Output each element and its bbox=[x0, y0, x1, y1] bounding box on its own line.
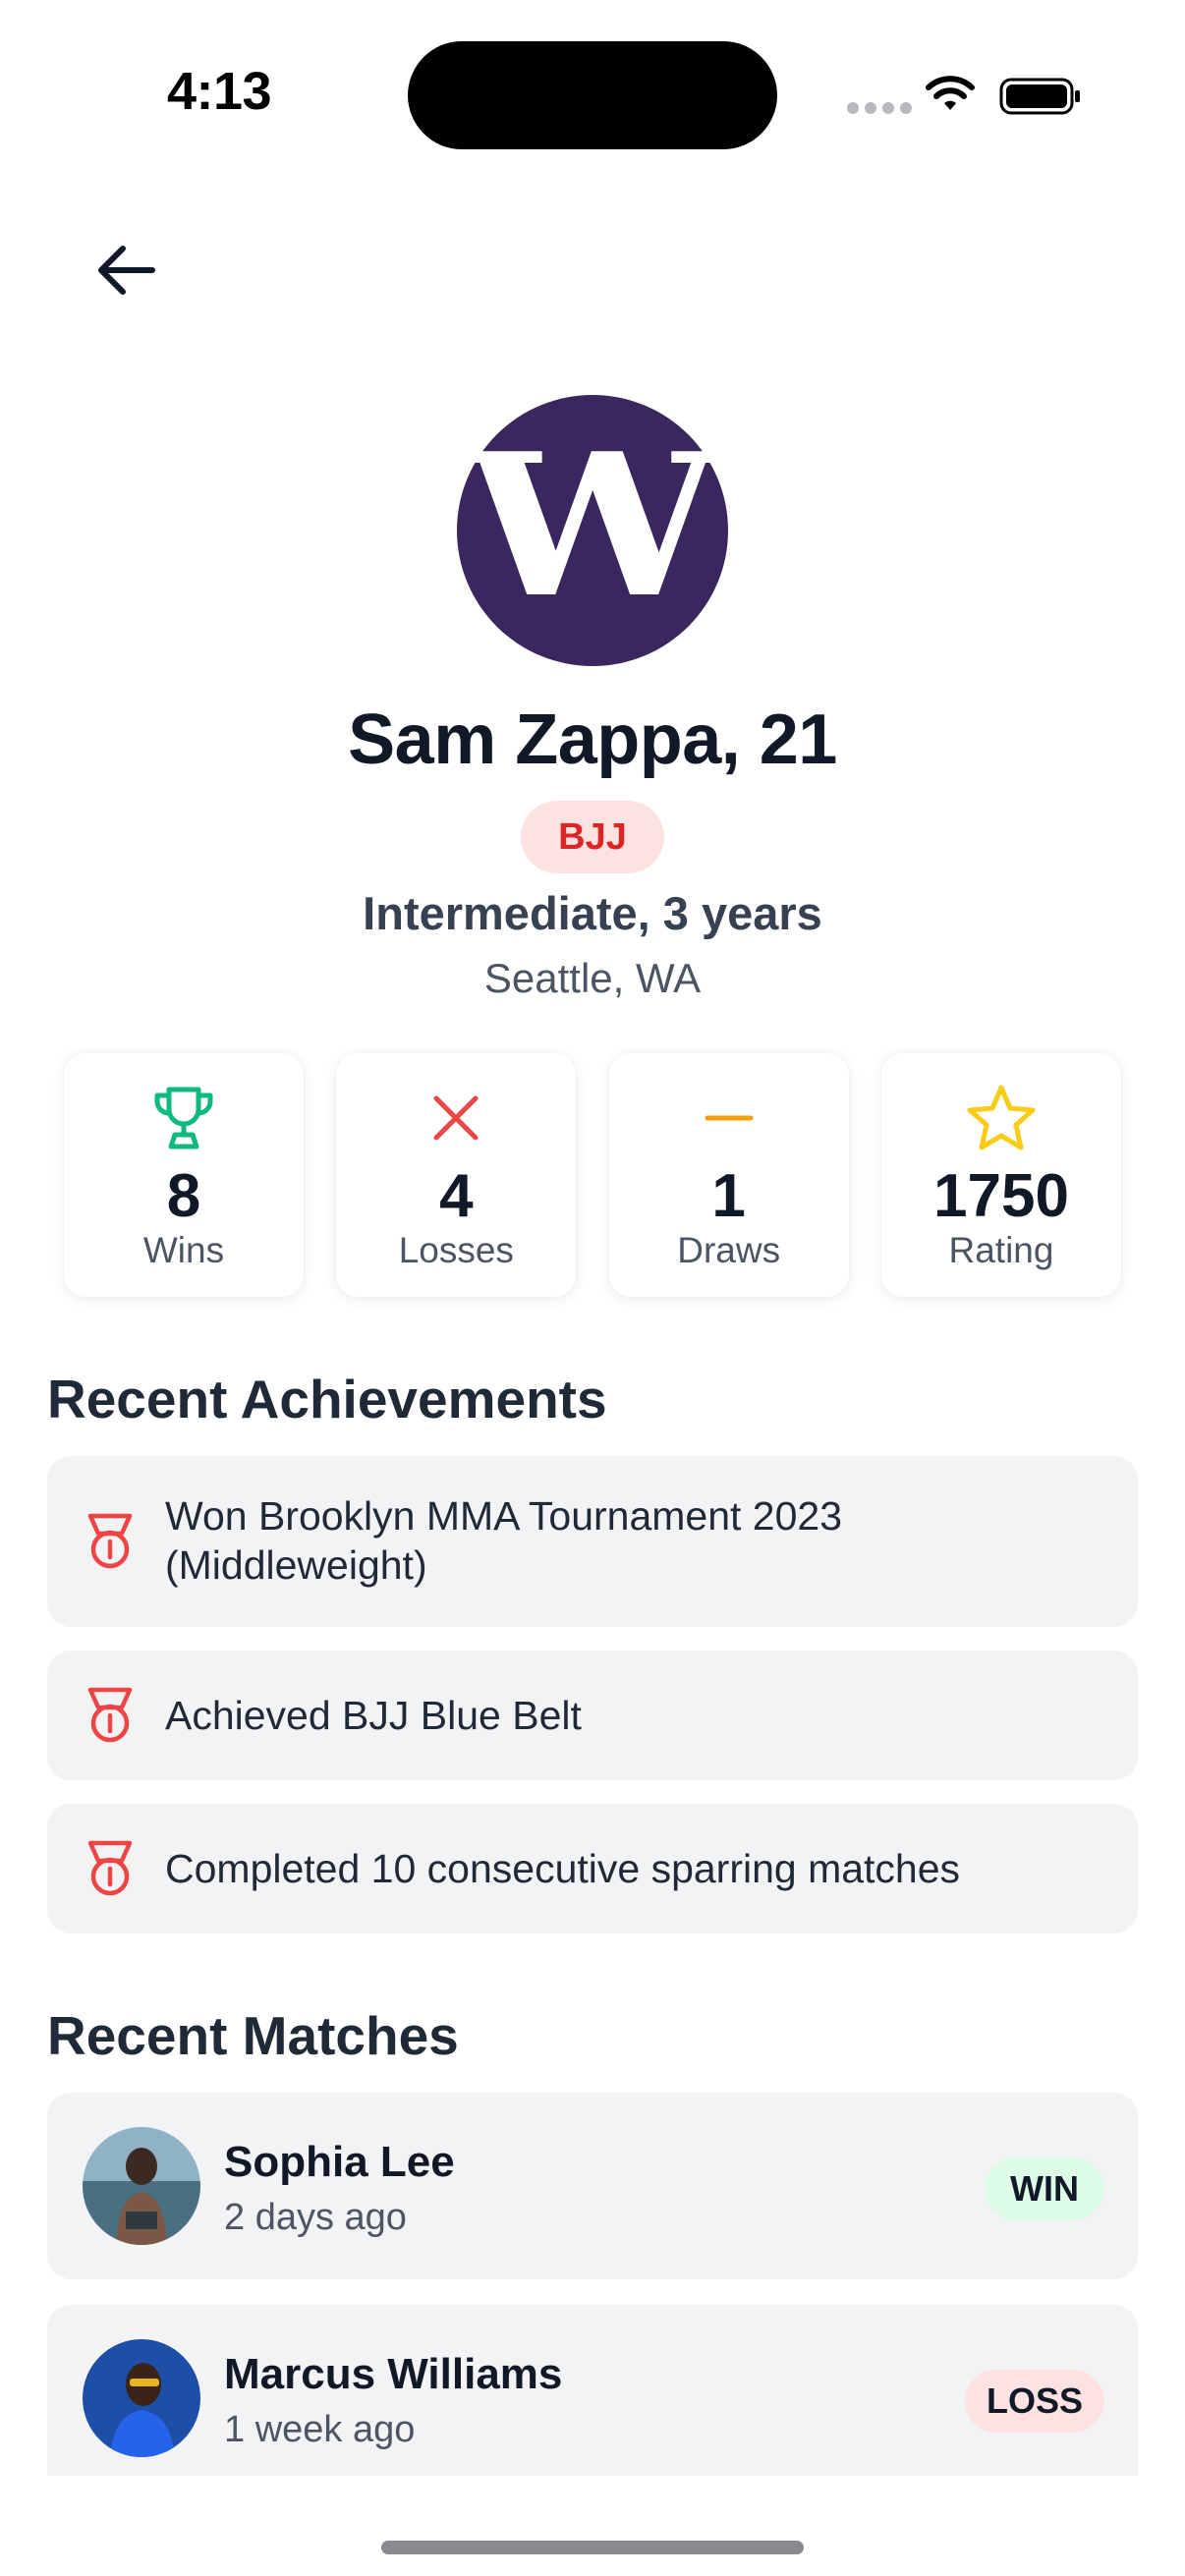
minus-icon bbox=[705, 1115, 754, 1121]
x-icon bbox=[433, 1095, 479, 1141]
dynamic-island bbox=[408, 41, 777, 149]
wins-value: 8 bbox=[166, 1162, 201, 1230]
cellular-signal-icon bbox=[847, 102, 912, 114]
achievement-item: Achieved BJJ Blue Belt bbox=[47, 1651, 1138, 1780]
rating-label: Rating bbox=[948, 1230, 1054, 1270]
match-time: 2 days ago bbox=[224, 2197, 407, 2238]
profile-name: Sam Zappa, 21 bbox=[348, 700, 837, 779]
opponent-name: Sophia Lee bbox=[224, 2138, 455, 2186]
losses-label: Losses bbox=[398, 1230, 514, 1270]
draws-label: Draws bbox=[677, 1230, 781, 1270]
profile-avatar: W bbox=[457, 395, 728, 666]
rating-value: 1750 bbox=[933, 1162, 1069, 1230]
medal-icon bbox=[87, 1513, 133, 1569]
stat-card-rating: 1750 Rating bbox=[880, 1053, 1121, 1297]
achievement-text: Won Brooklyn MMA Tournament 2023 (Middle… bbox=[165, 1493, 843, 1588]
status-time: 4:13 bbox=[167, 62, 272, 121]
losses-value: 4 bbox=[439, 1162, 474, 1230]
draws-value: 1 bbox=[711, 1162, 746, 1230]
stats-row: 8 Wins 4 Losses 1 Draws 1750 Rating bbox=[64, 1053, 1121, 1297]
achievement-text: Achieved BJJ Blue Belt bbox=[165, 1693, 582, 1738]
match-time: 1 week ago bbox=[224, 2409, 416, 2450]
back-button[interactable] bbox=[86, 236, 165, 305]
experience-level: Intermediate, 3 years bbox=[363, 887, 822, 939]
opponent-name: Marcus Williams bbox=[224, 2350, 563, 2398]
medal-icon bbox=[87, 1840, 133, 1896]
home-indicator[interactable] bbox=[381, 2541, 804, 2554]
match-item[interactable]: Marcus Williams 1 week ago LOSS bbox=[47, 2305, 1138, 2476]
stat-card-draws: 1 Draws bbox=[608, 1053, 849, 1297]
star-icon bbox=[967, 1085, 1036, 1150]
achievements-section-title: Recent Achievements bbox=[47, 1369, 607, 1429]
achievement-item: Completed 10 consecutive sparring matche… bbox=[47, 1804, 1138, 1933]
medal-icon bbox=[87, 1687, 133, 1743]
opponent-avatar bbox=[83, 2127, 200, 2245]
wifi-icon bbox=[926, 76, 975, 110]
opponent-avatar bbox=[83, 2339, 200, 2457]
status-bar: 4:13 bbox=[0, 0, 1185, 187]
battery-icon bbox=[999, 78, 1080, 115]
arrow-left-icon bbox=[98, 246, 155, 295]
wins-label: Wins bbox=[142, 1230, 225, 1270]
achievement-text: Completed 10 consecutive sparring matche… bbox=[165, 1846, 961, 1891]
match-item[interactable]: Sophia Lee 2 days ago WIN bbox=[47, 2093, 1138, 2279]
stat-card-wins: 8 Wins bbox=[64, 1053, 304, 1297]
result-badge-win: WIN bbox=[985, 2157, 1104, 2220]
achievement-item: Won Brooklyn MMA Tournament 2023 (Middle… bbox=[47, 1456, 1138, 1627]
result-badge-loss: LOSS bbox=[965, 2370, 1104, 2433]
stat-card-losses: 4 Losses bbox=[336, 1053, 577, 1297]
avatar-logo-letter: W bbox=[465, 411, 720, 642]
location: Seattle, WA bbox=[483, 955, 702, 1001]
sport-badge: BJJ bbox=[521, 801, 664, 873]
matches-section-title: Recent Matches bbox=[47, 2005, 459, 2066]
trophy-icon bbox=[154, 1087, 213, 1149]
